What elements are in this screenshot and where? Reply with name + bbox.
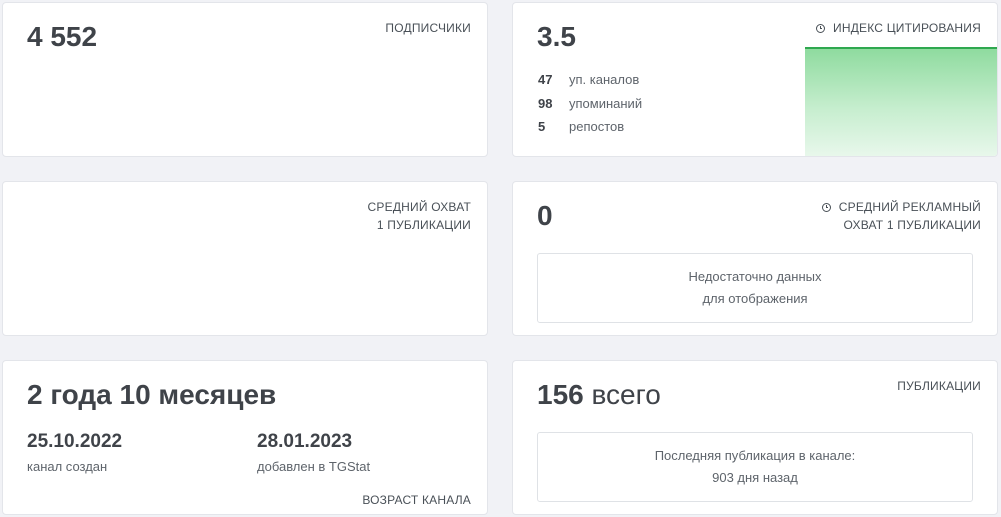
publications-card: 156 всего ПУБЛИКАЦИИ Последняя публикаци… [512, 360, 998, 515]
citation-index-caption: ИНДЕКС ЦИТИРОВАНИЯ [816, 19, 981, 37]
average-reach-caption: СРЕДНИЙ ОХВАТ 1 ПУБЛИКАЦИИ [367, 200, 471, 232]
channel-age-card: 2 года 10 месяцев 25.10.2022 канал созда… [2, 360, 488, 515]
ad-reach-caption: СРЕДНИЙ РЕКЛАМНЫЙ ОХВАТ 1 ПУБЛИКАЦИИ [821, 198, 981, 234]
no-data-notice: Недостаточно данных для отображения [537, 253, 973, 323]
publications-caption: ПУБЛИКАЦИИ [897, 379, 981, 393]
added-date: 28.01.2023 [257, 431, 353, 452]
publications-count: 156 всего [537, 379, 661, 410]
channel-age-value: 2 года 10 месяцев [27, 379, 277, 410]
ad-reach-card: 0 СРЕДНИЙ РЕКЛАМНЫЙ ОХВАТ 1 ПУБЛИКАЦИИ Н… [512, 181, 998, 336]
created-label: канал создан [27, 459, 108, 474]
added-label: добавлен в TGStat [257, 459, 371, 474]
citation-index-value: 3.5 [537, 21, 576, 52]
subscribers-count: 4 552 [27, 21, 98, 52]
ad-reach-value: 0 [537, 200, 553, 231]
clock-icon[interactable] [821, 203, 831, 212]
created-date: 25.10.2022 [27, 431, 123, 452]
channel-age-caption: ВОЗРАСТ КАНАЛА [362, 493, 471, 507]
last-publication-box: Последняя публикация в канале: 903 дня н… [537, 432, 973, 502]
citation-sparkline [805, 47, 997, 156]
subscribers-card: 4 552 ПОДПИСЧИКИ [2, 2, 488, 157]
clock-icon[interactable] [816, 24, 826, 33]
subscribers-caption: ПОДПИСЧИКИ [385, 21, 471, 35]
average-reach-card: СРЕДНИЙ ОХВАТ 1 ПУБЛИКАЦИИ [2, 181, 488, 336]
citation-index-card: 3.5 ИНДЕКС ЦИТИРОВАНИЯ 47 уп. каналов 98 у… [512, 2, 998, 157]
